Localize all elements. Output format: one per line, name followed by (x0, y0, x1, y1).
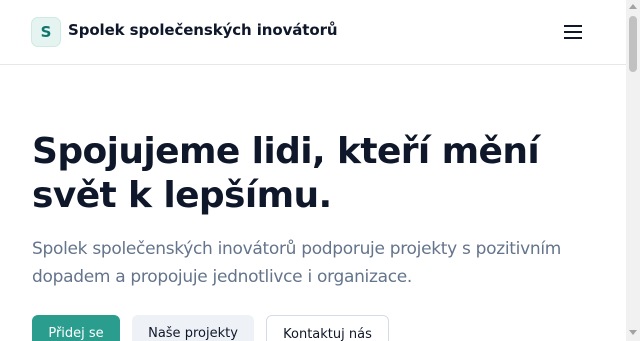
scroll-down-arrow-icon[interactable] (629, 330, 637, 335)
logo-letter: S (40, 23, 52, 41)
contact-button-label: Kontaktuj nás (283, 327, 372, 341)
hero-subtitle: Spolek společenských inovátorů podporuje… (32, 239, 562, 287)
site-header: S Spolek společenských inovátorů (0, 0, 626, 65)
scrollbar-thumb[interactable] (629, 16, 637, 72)
scroll-up-arrow-icon[interactable] (629, 4, 637, 9)
brand-name[interactable]: Spolek společenských inovátorů (68, 21, 338, 39)
join-button-label: Přidej se (48, 326, 104, 341)
join-button[interactable]: Přidej se (32, 315, 120, 341)
page-scrollbar[interactable] (626, 0, 640, 341)
logo-badge[interactable]: S (31, 17, 61, 47)
projects-button-label: Naše projekty (148, 326, 238, 341)
projects-button[interactable]: Naše projekty (132, 315, 254, 341)
hero-title: Spojujeme lidi, kteří mění svět k lepším… (32, 131, 540, 216)
menu-button[interactable] (556, 18, 590, 46)
contact-button[interactable]: Kontaktuj nás (266, 315, 389, 341)
hamburger-menu-icon (564, 25, 582, 39)
